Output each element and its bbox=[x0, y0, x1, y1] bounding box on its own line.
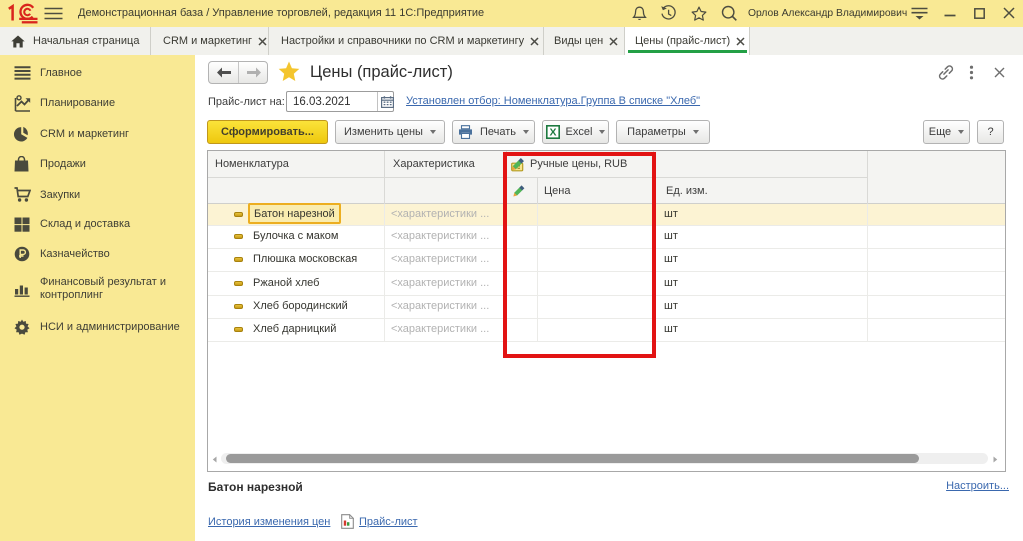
svg-text:X: X bbox=[549, 127, 556, 139]
